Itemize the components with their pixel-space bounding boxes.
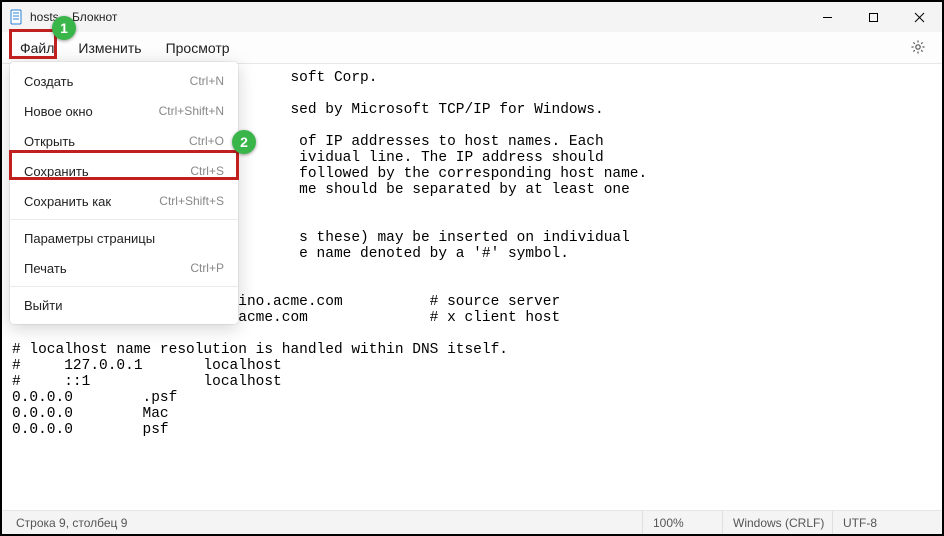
menu-item-shortcut: Ctrl+Shift+N xyxy=(159,104,224,118)
menu-item-label: Открыть xyxy=(24,134,75,149)
statusbar: Строка 9, столбец 9 100% Windows (CRLF) … xyxy=(2,510,942,534)
menu-item-label: Новое окно xyxy=(24,104,93,119)
menu-view[interactable]: Просмотр xyxy=(154,32,242,63)
menu-item-save[interactable]: Сохранить Ctrl+S xyxy=(10,156,238,186)
menu-item-open[interactable]: Открыть Ctrl+O xyxy=(10,126,238,156)
gear-icon xyxy=(910,39,926,58)
menu-item-shortcut: Ctrl+S xyxy=(190,164,224,178)
menu-item-shortcut: Ctrl+Shift+S xyxy=(159,194,224,208)
minimize-button[interactable] xyxy=(804,2,850,32)
menu-item-new[interactable]: Создать Ctrl+N xyxy=(10,66,238,96)
menu-edit[interactable]: Изменить xyxy=(66,32,153,63)
menu-file[interactable]: Файл xyxy=(8,32,66,63)
menu-item-label: Параметры страницы xyxy=(24,231,155,246)
menu-separator xyxy=(10,219,238,220)
menu-item-label: Сохранить xyxy=(24,164,89,179)
menu-item-label: Печать xyxy=(24,261,67,276)
menu-item-shortcut: Ctrl+P xyxy=(190,261,224,275)
menubar: Файл Изменить Просмотр xyxy=(2,32,942,64)
menu-item-exit[interactable]: Выйти xyxy=(10,290,238,320)
status-encoding: UTF-8 xyxy=(832,511,942,534)
close-button[interactable] xyxy=(896,2,942,32)
menu-item-shortcut: Ctrl+O xyxy=(189,134,224,148)
menu-item-label: Сохранить как xyxy=(24,194,111,209)
status-zoom[interactable]: 100% xyxy=(642,511,722,534)
file-menu-dropdown: Создать Ctrl+N Новое окно Ctrl+Shift+N О… xyxy=(10,62,238,324)
status-line-ending: Windows (CRLF) xyxy=(722,511,832,534)
maximize-button[interactable] xyxy=(850,2,896,32)
status-position: Строка 9, столбец 9 xyxy=(2,516,642,530)
menu-item-label: Выйти xyxy=(24,298,63,313)
window-controls xyxy=(804,2,942,32)
menu-item-new-window[interactable]: Новое окно Ctrl+Shift+N xyxy=(10,96,238,126)
menu-item-shortcut: Ctrl+N xyxy=(190,74,224,88)
menu-item-label: Создать xyxy=(24,74,73,89)
menu-separator xyxy=(10,286,238,287)
menu-item-page-setup[interactable]: Параметры страницы xyxy=(10,223,238,253)
menu-item-save-as[interactable]: Сохранить как Ctrl+Shift+S xyxy=(10,186,238,216)
menu-item-print[interactable]: Печать Ctrl+P xyxy=(10,253,238,283)
settings-button[interactable] xyxy=(902,32,934,64)
titlebar: hosts – Блокнот xyxy=(2,2,942,32)
window-title: hosts – Блокнот xyxy=(30,10,117,24)
notepad-icon xyxy=(8,9,24,25)
